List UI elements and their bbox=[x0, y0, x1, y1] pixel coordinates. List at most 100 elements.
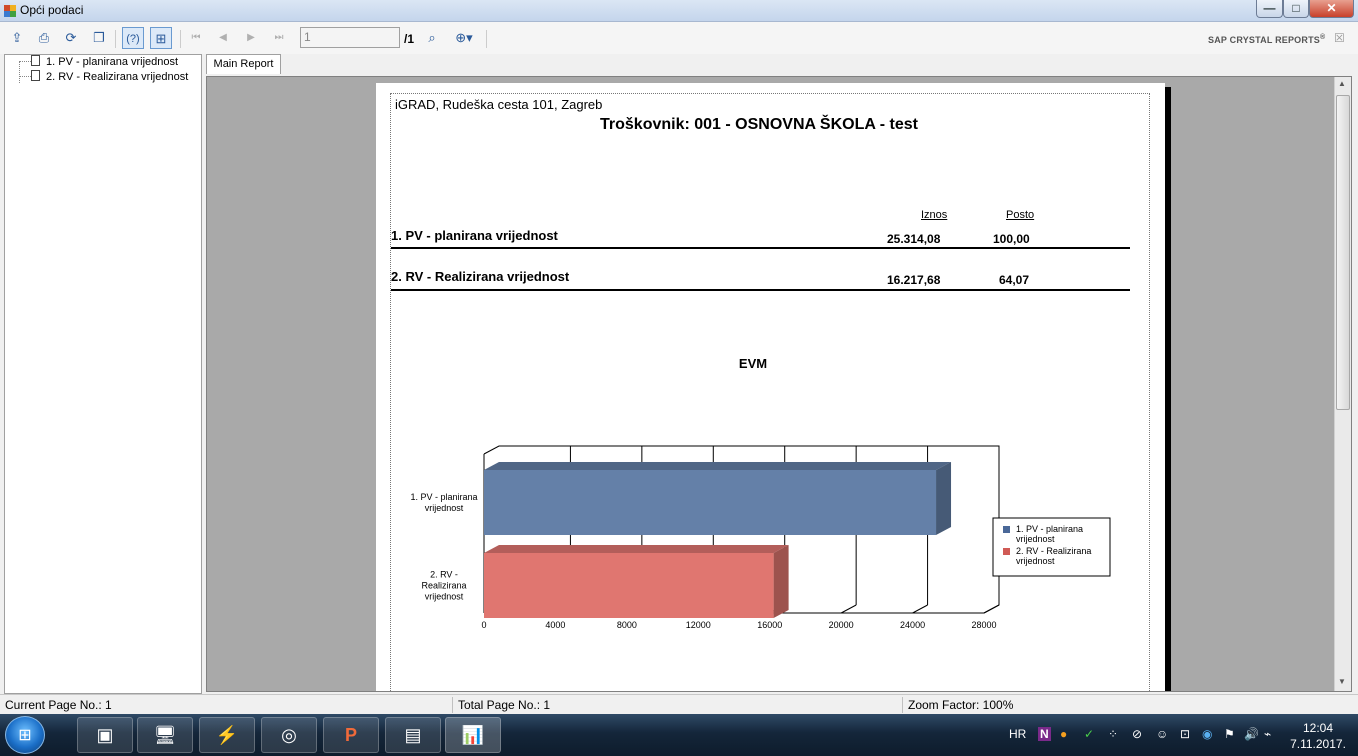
user-icon[interactable]: ☺ bbox=[1156, 727, 1168, 741]
maximize-button[interactable]: □ bbox=[1283, 0, 1309, 18]
close-button[interactable]: ✕ bbox=[1309, 0, 1354, 18]
taskbar-app[interactable]: 🖥 bbox=[137, 717, 193, 753]
x-tick-label: 24000 bbox=[900, 620, 925, 630]
clock-time: 12:04 bbox=[1302, 721, 1334, 735]
status-current-page: Current Page No.: 1 bbox=[5, 698, 112, 712]
scroll-thumb[interactable] bbox=[1336, 95, 1350, 410]
flag-icon[interactable]: ⚑ bbox=[1224, 727, 1235, 741]
x-tick-label: 0 bbox=[481, 620, 486, 630]
status-separator bbox=[902, 697, 903, 713]
x-tick-label: 28000 bbox=[971, 620, 996, 630]
legend-label: 2. RV - Realizirana bbox=[1016, 546, 1091, 556]
prev-page-icon[interactable]: ◀ bbox=[212, 27, 234, 49]
power-icon[interactable]: ⌁ bbox=[1264, 727, 1271, 741]
minimize-button[interactable]: — bbox=[1256, 0, 1283, 18]
bar bbox=[484, 470, 937, 535]
onenote-icon[interactable]: N bbox=[1038, 727, 1051, 741]
status-zoom: Zoom Factor: 100% bbox=[908, 698, 1014, 712]
start-button[interactable]: ⊞ bbox=[5, 716, 45, 754]
group-tree-panel: 1. PV - planirana vrijednost 2. RV - Rea… bbox=[4, 54, 202, 694]
taskbar-app[interactable]: P bbox=[323, 717, 379, 753]
category-label: vrijednost bbox=[425, 592, 464, 602]
legend-swatch bbox=[1003, 526, 1010, 533]
report-viewport: iGRAD, Rudeška cesta 101, Zagreb Troškov… bbox=[206, 76, 1352, 692]
clock[interactable]: 12:04 7.11.2017. bbox=[1283, 720, 1353, 752]
system-tray: N ● ✓ ⁘ ⊘ ☺ ⊡ ◉ ⚑ 🔊 ⌁ bbox=[1038, 727, 1276, 745]
chart-title: EVM bbox=[739, 356, 767, 371]
help-icon[interactable]: (?) bbox=[122, 27, 144, 49]
toolbar-separator bbox=[115, 30, 116, 48]
taskbar-app[interactable]: ◎ bbox=[261, 717, 317, 753]
bar-top-face bbox=[484, 462, 952, 470]
language-indicator[interactable]: HR bbox=[1009, 727, 1026, 741]
taskbar-app[interactable]: ▣ bbox=[77, 717, 133, 753]
tree-item-label: 1. PV - planirana vrijednost bbox=[46, 56, 179, 68]
x-tick-label: 4000 bbox=[545, 620, 565, 630]
taskbar-app[interactable]: ⚡ bbox=[199, 717, 255, 753]
x-tick-label: 12000 bbox=[686, 620, 711, 630]
category-label: vrijednost bbox=[425, 503, 464, 513]
app-icon bbox=[4, 5, 16, 17]
tree-item-label: 2. RV - Realizirana vrijednost bbox=[46, 71, 189, 83]
taskbar-app[interactable]: 📊 bbox=[445, 717, 501, 753]
legend-label: vrijednost bbox=[1016, 556, 1055, 566]
legend-swatch bbox=[1003, 548, 1010, 555]
report-tabs: Main Report bbox=[206, 54, 1354, 76]
vertical-scrollbar[interactable]: ▲ ▼ bbox=[1334, 77, 1351, 691]
refresh-icon[interactable]: ⟳ bbox=[60, 27, 82, 49]
clock-date: 7.11.2017. bbox=[1290, 737, 1346, 751]
x-tick-label: 16000 bbox=[757, 620, 782, 630]
bar-top-face bbox=[484, 545, 789, 553]
legend-label: 1. PV - planirana bbox=[1016, 524, 1083, 534]
status-bar: Current Page No.: 1 Total Page No.: 1 Zo… bbox=[0, 694, 1358, 714]
document-icon bbox=[31, 55, 40, 66]
toolbar: ⇪ ⎙ ⟳ ❐ (?) ⊞ ⏮ ◀ ▶ ⏭ 1 /1 ⌕ ⊕▾ SAP CRYS… bbox=[0, 22, 1358, 54]
grid-floor-line bbox=[912, 604, 928, 614]
next-page-icon[interactable]: ▶ bbox=[240, 27, 262, 49]
status-total-page: Total Page No.: 1 bbox=[458, 698, 551, 712]
status-separator bbox=[452, 697, 453, 713]
bar-side-face bbox=[773, 545, 789, 618]
grid-floor-line bbox=[840, 604, 857, 614]
close-panel-icon[interactable]: ☒ bbox=[1334, 31, 1345, 45]
evm-chart: EVM 0 4000 8000 12000 16000 20000 24000 28000 1. … bbox=[410, 356, 1111, 630]
window-title: Opći podaci bbox=[20, 3, 84, 17]
volume-icon[interactable]: 🔊 bbox=[1244, 727, 1259, 741]
tree-item[interactable]: 1. PV - planirana vrijednost bbox=[17, 55, 178, 70]
x-tick-label: 8000 bbox=[617, 620, 637, 630]
skype-icon[interactable]: ◉ bbox=[1202, 727, 1212, 741]
scroll-up-icon[interactable]: ▲ bbox=[1338, 79, 1346, 88]
export-icon[interactable]: ⇪ bbox=[6, 27, 28, 49]
last-page-icon[interactable]: ⏭ bbox=[268, 27, 290, 49]
category-label: 2. RV - bbox=[430, 570, 458, 580]
taskbar: ⊞ ▣ 🖥 ⚡ ◎ P ▤ 📊 HR N ● ✓ ⁘ ⊘ ☺ ⊡ ◉ ⚑ 🔊 ⌁… bbox=[0, 714, 1358, 756]
brand-label: SAP CRYSTAL REPORTS® bbox=[1208, 34, 1326, 45]
taskbar-app[interactable]: ▤ bbox=[385, 717, 441, 753]
tree-item[interactable]: 2. RV - Realizirana vrijednost bbox=[17, 70, 188, 85]
dropbox-icon[interactable]: ⁘ bbox=[1108, 727, 1118, 741]
title-bar: Opći podaci — □ ✕ bbox=[0, 0, 1358, 22]
zoom-icon[interactable]: ⊕▾ bbox=[449, 27, 479, 49]
document-icon bbox=[31, 70, 40, 81]
page-number-input[interactable]: 1 bbox=[300, 27, 400, 48]
display-icon[interactable]: ⊡ bbox=[1180, 727, 1190, 741]
find-icon[interactable]: ⌕ bbox=[421, 27, 443, 49]
page-total: /1 bbox=[404, 32, 415, 46]
update-icon[interactable]: ● bbox=[1060, 727, 1067, 741]
group-tree-icon[interactable]: ⊞ bbox=[150, 27, 172, 49]
print-icon[interactable]: ⎙ bbox=[33, 27, 55, 49]
network-drive-icon[interactable]: ⊘ bbox=[1132, 727, 1142, 741]
bar bbox=[484, 553, 774, 618]
toolbar-separator bbox=[180, 30, 181, 48]
x-tick-label: 20000 bbox=[829, 620, 854, 630]
sync-icon[interactable]: ✓ bbox=[1084, 727, 1094, 741]
category-label: Realizirana bbox=[421, 581, 466, 591]
grid-floor-line bbox=[983, 604, 1000, 614]
first-page-icon[interactable]: ⏮ bbox=[185, 27, 207, 49]
bar-side-face bbox=[936, 462, 952, 535]
scroll-down-icon[interactable]: ▼ bbox=[1338, 677, 1346, 686]
tab-main-report[interactable]: Main Report bbox=[206, 54, 281, 74]
report-page: iGRAD, Rudeška cesta 101, Zagreb Troškov… bbox=[376, 83, 1165, 691]
copy-icon[interactable]: ❐ bbox=[88, 27, 110, 49]
toolbar-separator bbox=[486, 30, 487, 48]
